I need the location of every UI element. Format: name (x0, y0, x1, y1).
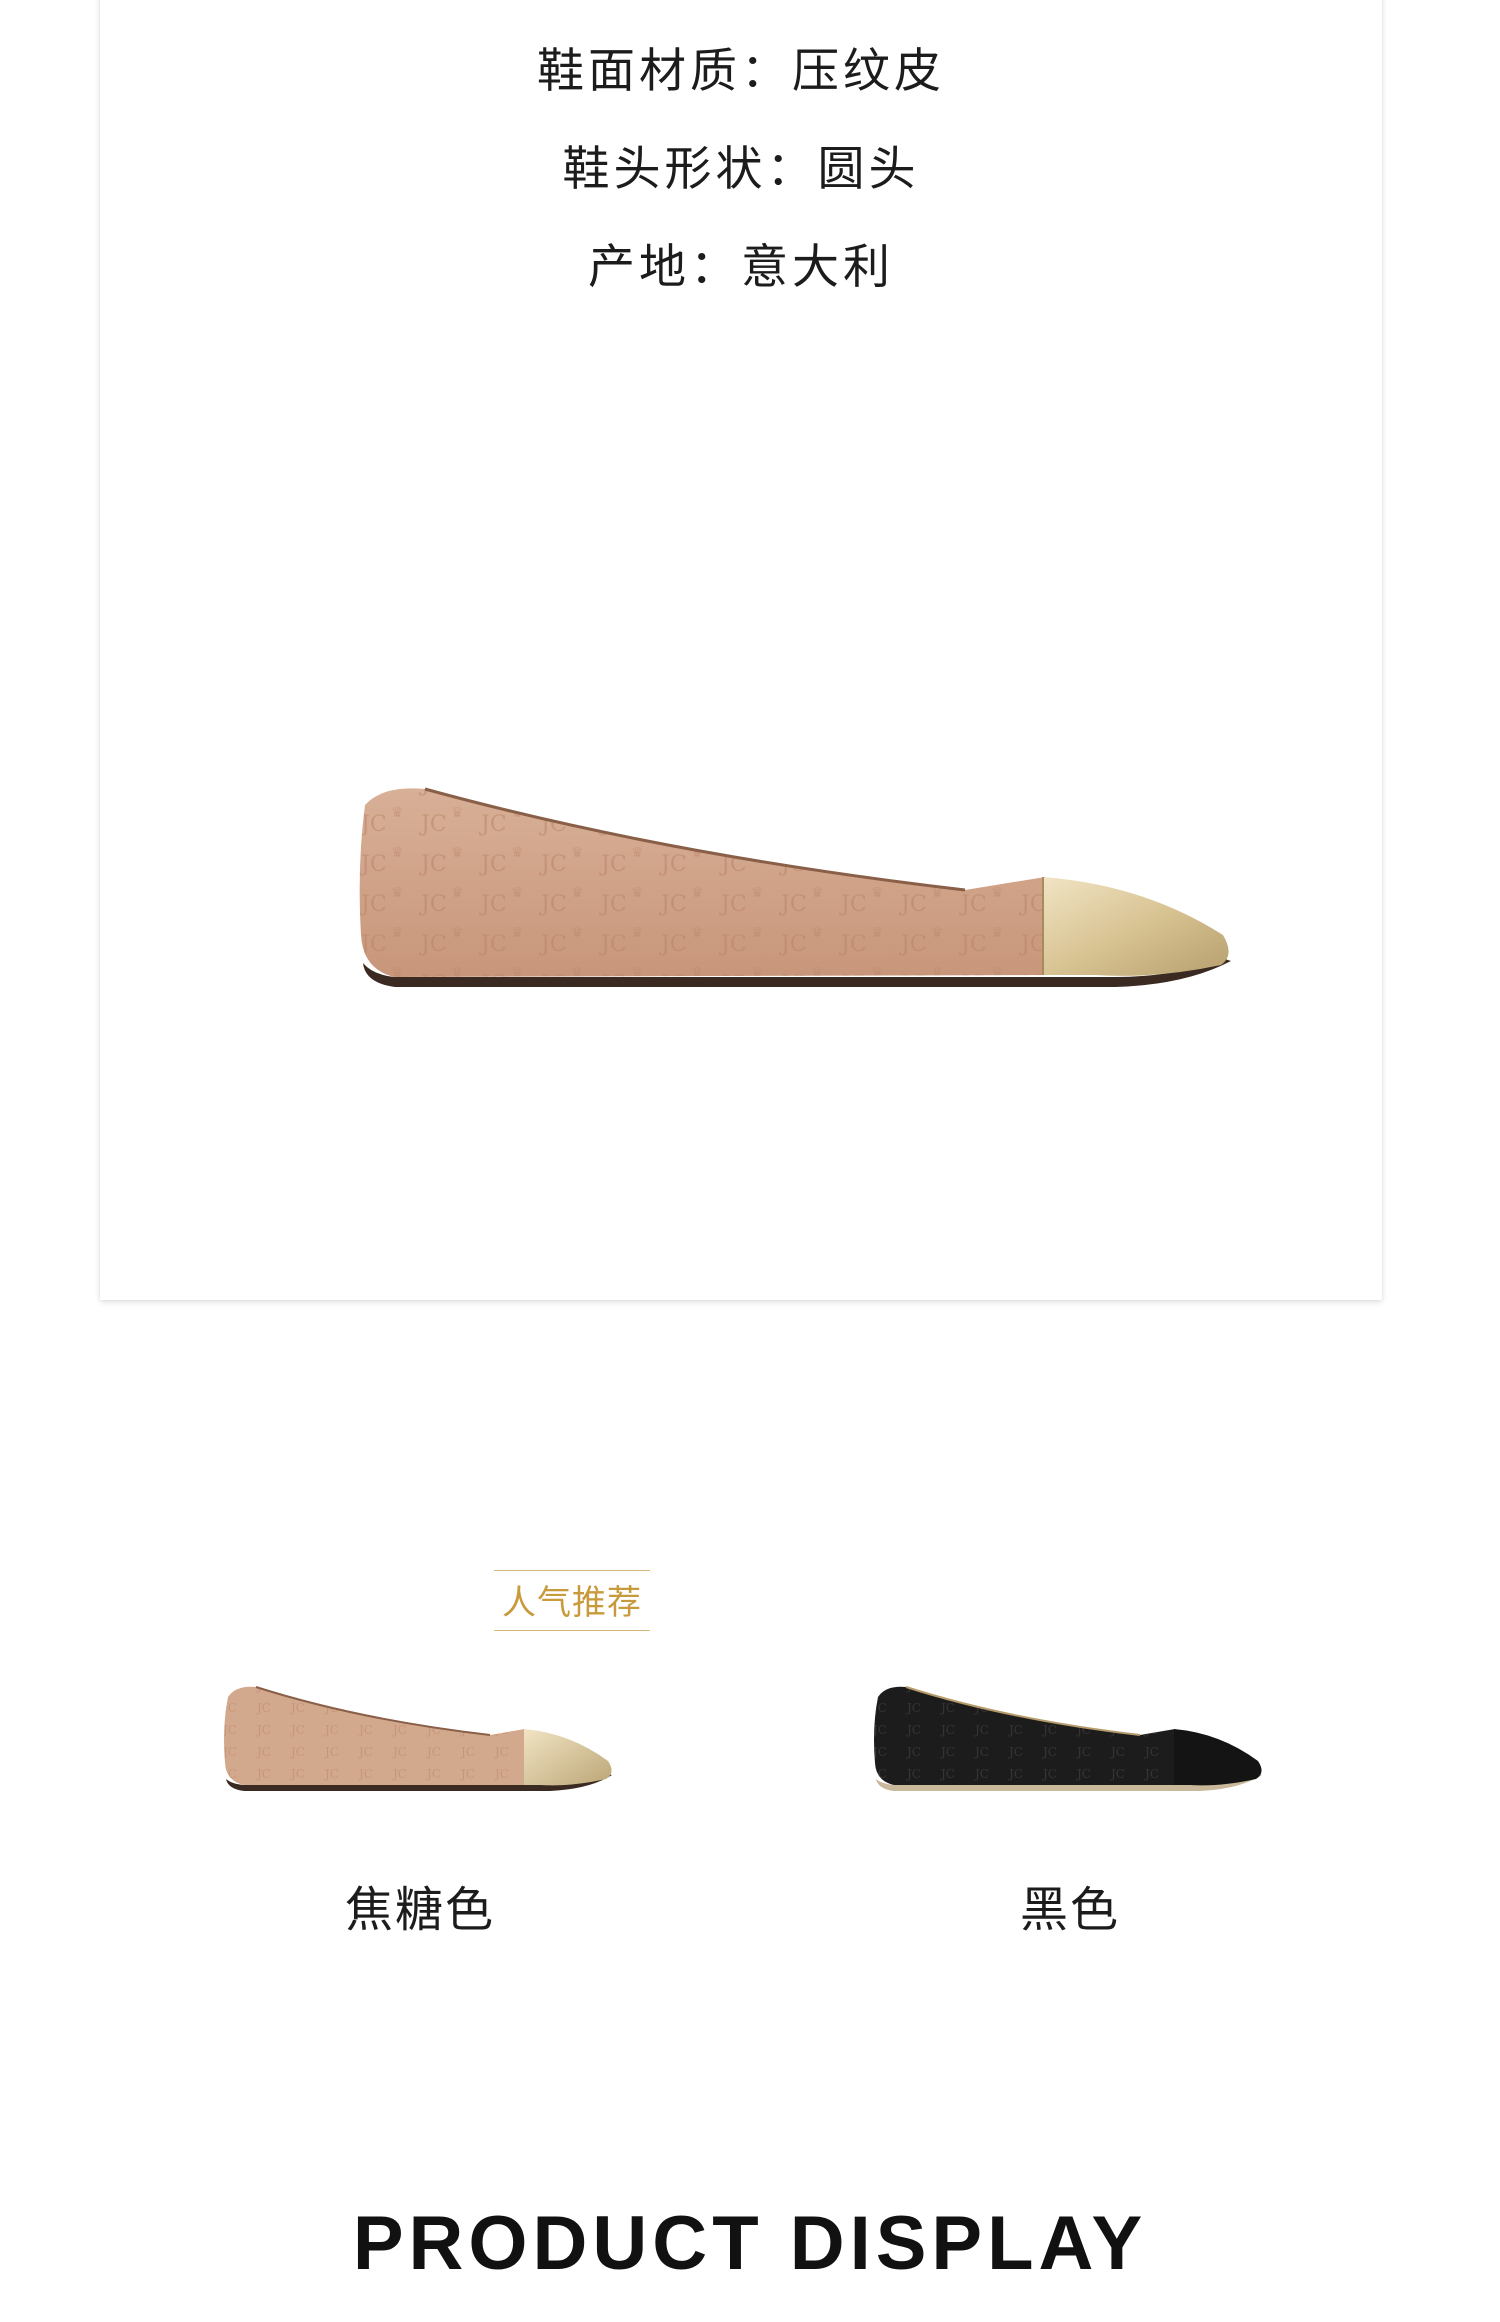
spec-upper-material: 鞋面材质：压纹皮 (537, 44, 945, 99)
variant-caramel[interactable]: JC 焦糖色 (190, 1675, 650, 1938)
black-shoe-thumbnail: JC (874, 1686, 1262, 1791)
product-display-heading: PRODUCT DISPLAY (352, 2201, 1148, 2286)
caramel-shoe-thumbnail: JC (224, 1686, 612, 1791)
hero-shoe-image: JC ♛ (359, 787, 1231, 987)
spec-toe-shape: 鞋头形状：圆头 (562, 142, 920, 197)
spec-origin: 产地：意大利 (588, 240, 894, 295)
variant-caramel-label: 焦糖色 (344, 1882, 495, 1938)
variant-black[interactable]: JC 黑色 (840, 1675, 1300, 1938)
spec-card: 鞋面材质：压纹皮 鞋头形状：圆头 产地：意大利 JC ♛ (100, 0, 1382, 1300)
popular-recommendation-badge: 人气推荐 (494, 1570, 650, 1631)
variant-black-label: 黑色 (1019, 1882, 1120, 1938)
